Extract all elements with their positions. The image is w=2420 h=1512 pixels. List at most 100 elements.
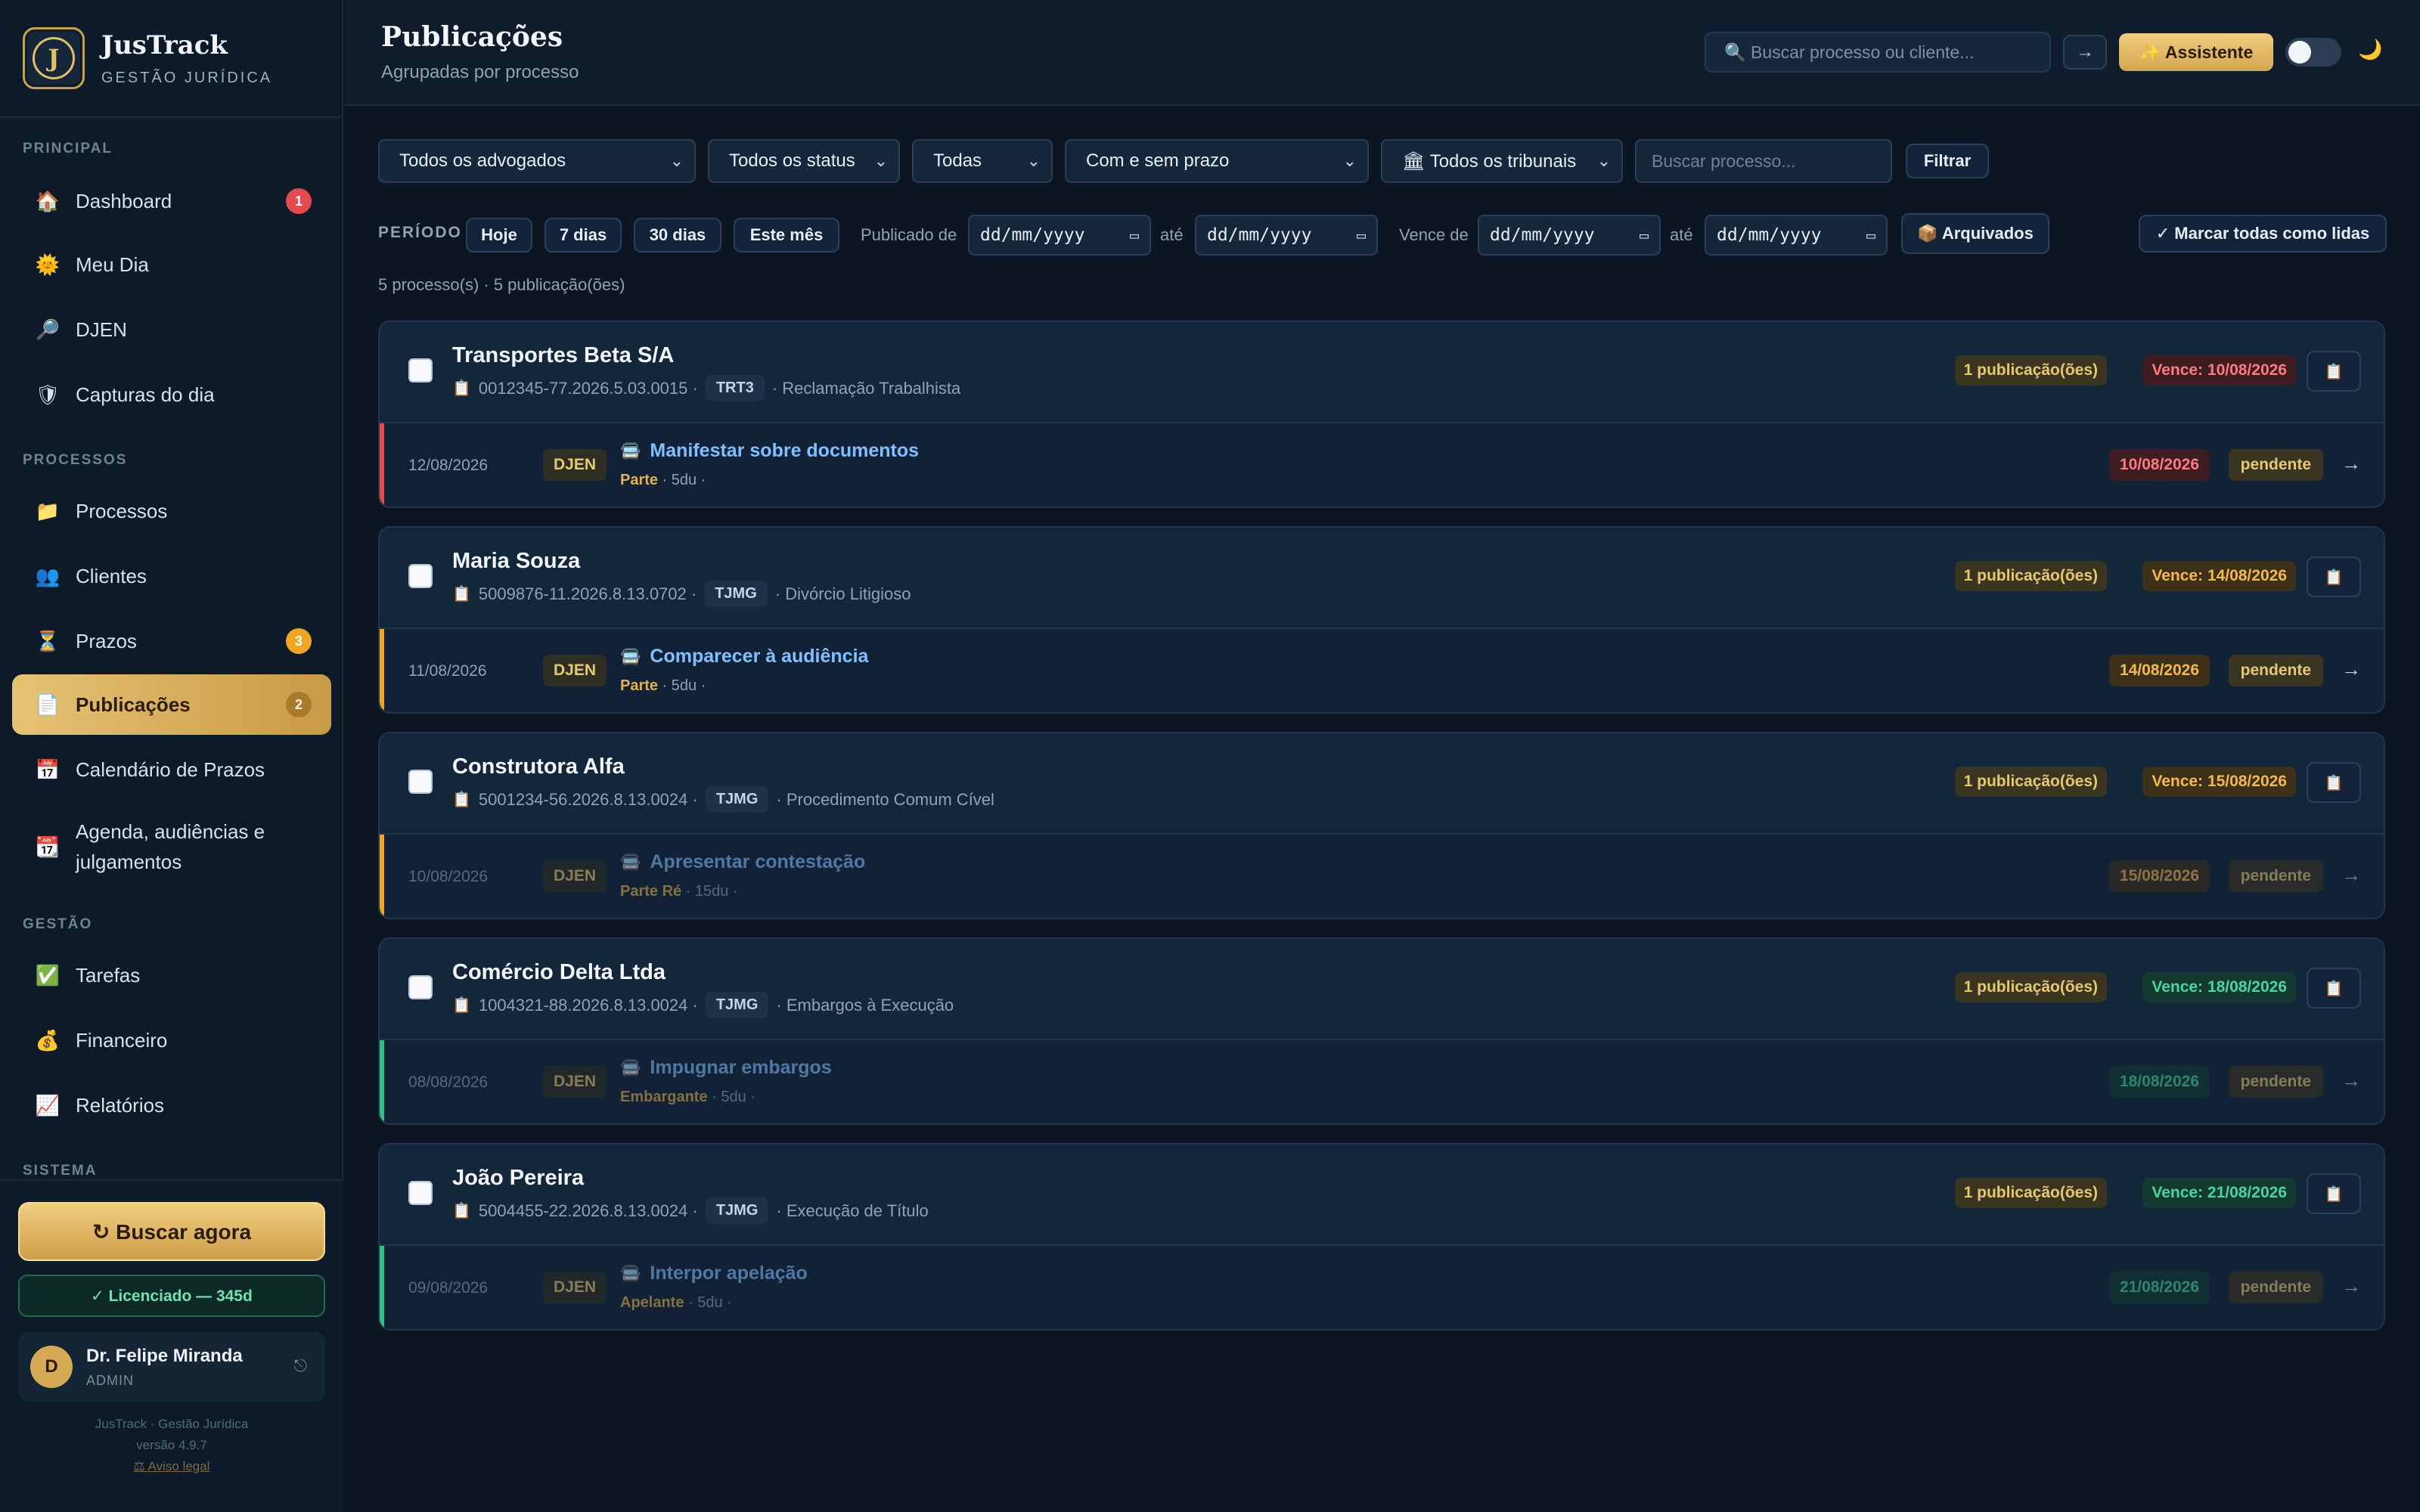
published-from-date[interactable]: dd/mm/yyyy ▭ <box>968 215 1151 256</box>
party-role: Parte Ré <box>620 883 682 900</box>
process-card[interactable]: Maria Souza 📋 5009876-11.2026.8.13.0702 … <box>378 526 2385 714</box>
arrow-right-icon[interactable]: → <box>2341 658 2361 681</box>
process-card[interactable]: João Pereira 📋 5004455-22.2026.8.13.0024… <box>378 1143 2385 1331</box>
publication-title-link[interactable]: 🚍 Apresentar contestação <box>620 851 865 873</box>
calendar-icon: ▭ <box>1866 226 1876 244</box>
published-to-date[interactable]: dd/mm/yyyy ▭ <box>1195 215 1378 256</box>
type-select[interactable]: Todas ⌄ <box>912 139 1053 183</box>
publication-title: Manifestar sobre documentos <box>650 440 920 461</box>
publication-title-link[interactable]: 🚍 Manifestar sobre documentos <box>620 440 919 462</box>
archived-button[interactable]: 📦 Arquivados <box>1901 213 2049 254</box>
publication-count-badge: 1 publicação(ões) <box>1954 1178 2107 1208</box>
deadline-select[interactable]: Com e sem prazo ⌄ <box>1065 139 1369 183</box>
lawyer-select[interactable]: Todos os advogados ⌄ <box>378 139 696 183</box>
check-icon: ✅ <box>35 963 60 987</box>
process-card[interactable]: Construtora Alfa 📋 5001234-56.2026.8.13.… <box>378 732 2385 919</box>
sidebar-item-dashboard[interactable]: 🏠 Dashboard 1 <box>12 171 331 231</box>
arrow-right-icon[interactable]: → <box>2341 452 2361 476</box>
party-role: Apelante <box>620 1294 684 1311</box>
filter-button[interactable]: Filtrar <box>1906 144 1989 178</box>
deadline-badge: 18/08/2026 <box>2108 1066 2210 1098</box>
arrow-right-icon[interactable]: → <box>2341 1069 2361 1092</box>
legal-notice-link[interactable]: ⚖ Aviso legal <box>134 1459 210 1473</box>
sidebar-item-relatorios[interactable]: 📈 Relatórios <box>12 1075 331 1136</box>
sidebar-item-calendario[interactable]: 📅 Calendário de Prazos <box>12 739 331 800</box>
page-title: Publicações <box>381 21 563 53</box>
user-role: ADMIN <box>86 1372 134 1388</box>
sidebar-item-djen[interactable]: 🔎 DJEN <box>12 299 331 360</box>
deadline-days: · 5du · <box>707 1089 755 1105</box>
sidebar-item-financeiro[interactable]: 💰 Financeiro <box>12 1010 331 1070</box>
chevron-down-icon: ⌄ <box>669 151 684 170</box>
arrow-right-icon[interactable]: → <box>2341 863 2361 887</box>
folder-icon: 📁 <box>35 499 60 522</box>
client-name: Maria Souza <box>452 549 581 573</box>
sidebar-item-capturas[interactable]: 🛡 Capturas do dia <box>12 364 331 425</box>
sidebar-item-clientes[interactable]: 👥 Clientes <box>12 546 331 606</box>
period-30days-button[interactable]: 30 dias <box>634 218 721 253</box>
sidebar: J JusTrack GESTÃO JURÍDICA PRINCIPAL 🏠 D… <box>0 0 343 1512</box>
copy-button[interactable]: 📋 <box>2307 351 2361 392</box>
publication-title-link[interactable]: 🚍 Comparecer à audiência <box>620 646 868 668</box>
period-7days-button[interactable]: 7 dias <box>544 218 622 253</box>
deadline-badge: 10/08/2026 <box>2108 449 2210 481</box>
search-go-button[interactable]: → <box>2063 35 2107 70</box>
date-value: dd/mm/yyyy <box>980 225 1085 245</box>
chevron-down-icon: ⌄ <box>1026 151 1041 170</box>
process-type: · Embargos à Execução <box>776 995 954 1015</box>
sidebar-item-label: Tarefas <box>76 963 141 987</box>
status-select[interactable]: Todos os status ⌄ <box>708 139 900 183</box>
source-badge: DJEN <box>543 1272 607 1303</box>
copy-button[interactable]: 📋 <box>2307 556 2361 597</box>
period-today-button[interactable]: Hoje <box>466 218 532 253</box>
source-badge: DJEN <box>543 860 607 892</box>
select-checkbox[interactable] <box>408 358 433 383</box>
top-header: Publicações Agrupadas por processo 🔍 Bus… <box>345 0 2420 106</box>
court-badge: TRT3 <box>705 375 765 401</box>
publication-title-link[interactable]: 🚍 Interpor apelação <box>620 1263 808 1284</box>
user-card[interactable]: D Dr. Felipe Miranda ADMIN ⎋ <box>18 1332 325 1402</box>
process-search-input[interactable]: Buscar processo... <box>1635 139 1892 183</box>
global-search-input[interactable]: 🔍 Buscar processo ou cliente... <box>1705 32 2051 73</box>
process-card[interactable]: Transportes Beta S/A 📋 0012345-77.2026.5… <box>378 321 2385 508</box>
arrow-right-icon[interactable]: → <box>2341 1275 2361 1298</box>
assistant-button[interactable]: ✨ Assistente <box>2119 33 2273 71</box>
process-card[interactable]: Comércio Delta Ltda 📋 1004321-88.2026.8.… <box>378 937 2385 1125</box>
sidebar-item-prazos[interactable]: ⏳ Prazos 3 <box>12 611 331 671</box>
copy-button[interactable]: 📋 <box>2307 1173 2361 1214</box>
sidebar-item-publicacoes[interactable]: 📄 Publicações 2 <box>12 674 331 735</box>
publication-title-link[interactable]: 🚍 Impugnar embargos <box>620 1057 832 1079</box>
nav-section-principal: PRINCIPAL <box>23 141 113 156</box>
brand[interactable]: J JusTrack GESTÃO JURÍDICA <box>0 0 342 118</box>
sidebar-item-tarefas[interactable]: ✅ Tarefas <box>12 945 331 1005</box>
party-role: Embargante <box>620 1089 708 1105</box>
period-month-button[interactable]: Este mês <box>734 218 839 253</box>
select-checkbox[interactable] <box>408 770 433 794</box>
clipboard-icon: 📋 <box>452 380 471 397</box>
theme-toggle[interactable] <box>2285 38 2341 67</box>
calendar-icon: 📅 <box>35 758 60 781</box>
court-select[interactable]: 🏛 Todos os tribunais ⌄ <box>1381 139 1623 183</box>
due-from-date[interactable]: dd/mm/yyyy ▭ <box>1478 215 1661 256</box>
clipboard-icon: 📋 <box>452 792 471 808</box>
chevron-down-icon: ⌄ <box>1342 151 1357 170</box>
due-to-date[interactable]: dd/mm/yyyy ▭ <box>1705 215 1888 256</box>
copy-button[interactable]: 📋 <box>2307 762 2361 803</box>
chevron-down-icon: ⌄ <box>873 151 888 170</box>
select-value: 🏛 Todos os tribunais <box>1402 150 1577 172</box>
select-checkbox[interactable] <box>408 564 433 588</box>
mark-all-read-button[interactable]: ✓ Marcar todas como lidas <box>2139 215 2387 253</box>
court-badge: TJMG <box>705 786 769 813</box>
sidebar-item-processos[interactable]: 📁 Processos <box>12 481 331 541</box>
copy-button[interactable]: 📋 <box>2307 968 2361 1009</box>
logo: J <box>23 27 85 89</box>
sidebar-item-agenda[interactable]: 📆 Agenda, audiências e julgamentos <box>12 809 331 885</box>
footer-app: JusTrack · Gestão Jurídica <box>95 1417 249 1431</box>
due-date-badge: Vence: 14/08/2026 <box>2142 561 2296 591</box>
document-icon: 📄 <box>35 692 60 716</box>
logout-icon[interactable]: ⎋ <box>294 1356 307 1376</box>
select-checkbox[interactable] <box>408 1181 433 1205</box>
select-checkbox[interactable] <box>408 975 433 999</box>
search-now-button[interactable]: ↻ Buscar agora <box>18 1202 325 1261</box>
sidebar-item-meu-dia[interactable]: 🌞 Meu Dia <box>12 234 331 295</box>
